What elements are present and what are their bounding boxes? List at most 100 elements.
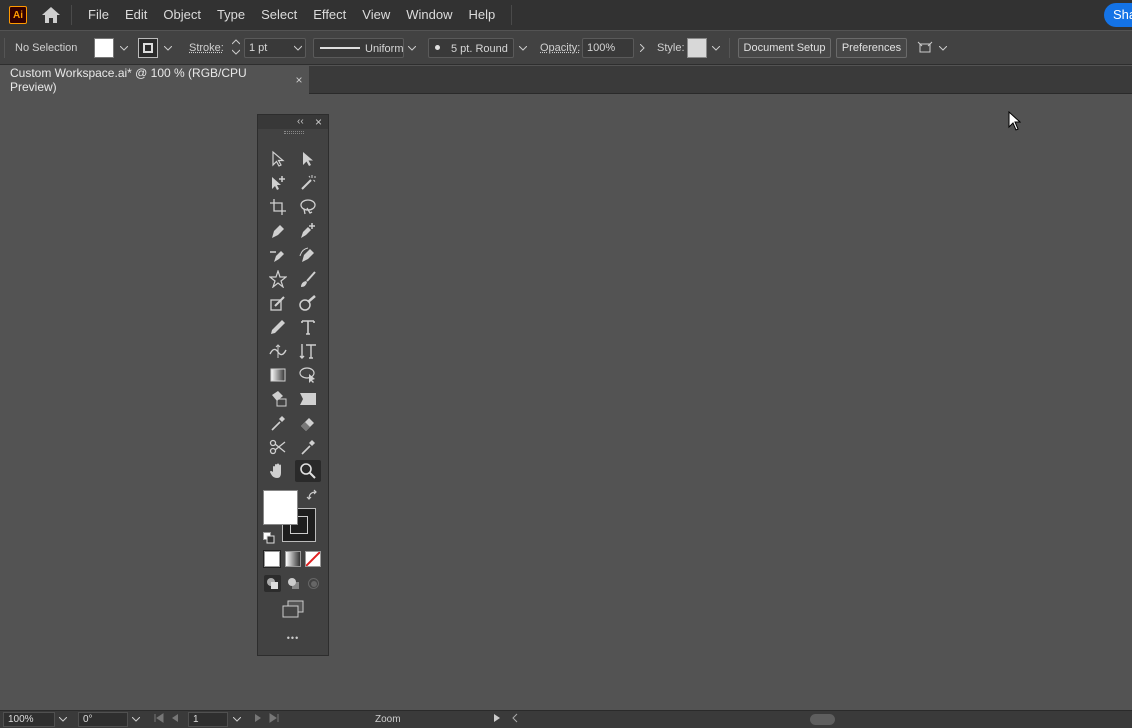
rotation-field[interactable]: 0° (78, 712, 128, 727)
menu-view[interactable]: View (354, 0, 398, 30)
eraser-tool-icon[interactable] (295, 412, 321, 434)
previous-artboard-icon[interactable] (171, 713, 179, 726)
anchor-add-tool-icon[interactable] (265, 172, 291, 194)
control-bar-menu-chevron-icon[interactable] (935, 39, 951, 57)
scissors-tool-icon[interactable] (265, 436, 291, 458)
illustrator-window: Ai File Edit Object Type Select Effect V… (0, 0, 1132, 728)
add-anchor-point-tool-icon[interactable] (295, 220, 321, 242)
vertical-type-tool-icon[interactable] (295, 340, 321, 362)
eyedropper-measure-tool-icon[interactable] (295, 436, 321, 458)
tools-panel-header[interactable]: ‹‹ × (258, 115, 328, 129)
draw-normal-icon[interactable] (264, 575, 281, 592)
type-tool-icon[interactable] (295, 316, 321, 338)
fill-swatch[interactable] (94, 38, 114, 58)
blob-brush-tool-icon[interactable] (295, 292, 321, 314)
stroke-swatch-dropdown-icon[interactable] (160, 39, 176, 57)
shaper-tool-icon[interactable] (265, 292, 291, 314)
hand-tool-icon[interactable] (265, 460, 291, 482)
stroke-stepper-icon[interactable] (228, 38, 244, 56)
style-chevron-icon[interactable] (708, 39, 724, 57)
stroke-weight-field[interactable]: 1 pt (244, 38, 306, 58)
brush-value: 5 pt. Round (451, 40, 508, 58)
close-icon[interactable]: × (289, 73, 309, 87)
tools-panel: ‹‹ × ••• (257, 114, 329, 656)
stroke-profile-dropdown[interactable]: Uniform (313, 38, 404, 58)
panel-grip-icon[interactable] (284, 131, 304, 134)
delete-anchor-point-tool-icon[interactable] (265, 244, 291, 266)
menu-file[interactable]: File (80, 0, 117, 30)
control-bar-separator (729, 38, 730, 58)
horizontal-scrollbar-thumb[interactable] (810, 714, 835, 725)
direct-selection-tool-icon[interactable] (295, 148, 321, 170)
pen-tool-icon[interactable] (265, 220, 291, 242)
menu-effect[interactable]: Effect (305, 0, 354, 30)
last-artboard-icon[interactable] (269, 713, 279, 726)
pencil-tool-icon[interactable] (265, 316, 291, 338)
stroke-swatch[interactable] (138, 38, 158, 58)
zoom-tool-icon[interactable] (295, 460, 321, 482)
paintbrush-tool-icon[interactable] (295, 268, 321, 290)
color-mode-icon[interactable] (264, 551, 280, 567)
menu-type[interactable]: Type (209, 0, 253, 30)
document-tab-title: Custom Workspace.ai* @ 100 % (RGB/CPU Pr… (0, 66, 289, 94)
draw-inside-icon[interactable] (305, 575, 322, 592)
selection-status: No Selection (15, 42, 77, 54)
collapse-panel-icon[interactable]: ‹‹ (297, 115, 304, 129)
graphic-style-swatch[interactable] (687, 38, 707, 58)
menu-edit[interactable]: Edit (117, 0, 155, 30)
rotation-chevron-icon[interactable] (128, 712, 144, 727)
share-button[interactable]: Sha (1104, 3, 1132, 27)
document-setup-button[interactable]: Document Setup (738, 38, 831, 58)
artboard-chevron-icon[interactable] (229, 712, 245, 727)
fill-dropdown-icon[interactable] (116, 39, 132, 57)
document-tab[interactable]: Custom Workspace.ai* @ 100 % (RGB/CPU Pr… (0, 66, 309, 94)
curvature-tool-icon[interactable] (295, 244, 321, 266)
close-panel-icon[interactable]: × (315, 115, 322, 129)
screen-mode-icon[interactable] (281, 600, 305, 623)
edit-toolbar-icon[interactable]: ••• (258, 633, 328, 643)
zoom-chevron-icon[interactable] (55, 712, 71, 727)
opacity-label[interactable]: Opacity: (540, 42, 580, 54)
gradient-tool-icon[interactable] (265, 364, 291, 386)
menu-help[interactable]: Help (460, 0, 503, 30)
swap-fill-stroke-icon[interactable] (306, 489, 320, 508)
eyedropper-tool-icon[interactable] (265, 412, 291, 434)
status-menu-arrow-icon[interactable] (493, 713, 501, 726)
live-paint-bucket-tool-icon[interactable] (265, 388, 291, 410)
selection-tool-icon[interactable] (265, 148, 291, 170)
magic-wand-tool-icon[interactable] (295, 172, 321, 194)
opacity-chevron-right-icon[interactable] (634, 39, 650, 57)
menu-select[interactable]: Select (253, 0, 305, 30)
perspective-grid-tool-icon[interactable] (295, 388, 321, 410)
live-paint-selection-tool-icon[interactable] (295, 364, 321, 386)
transform-icon[interactable] (916, 39, 934, 57)
opacity-field[interactable]: 100% (582, 38, 634, 58)
menu-window[interactable]: Window (398, 0, 460, 30)
first-artboard-icon[interactable] (154, 713, 164, 726)
draw-behind-icon[interactable] (285, 575, 302, 592)
artboard-number-field[interactable]: 1 (188, 712, 228, 727)
stroke-label[interactable]: Stroke: (189, 42, 224, 54)
gradient-mode-icon[interactable] (285, 551, 301, 567)
star-tool-icon[interactable] (265, 268, 291, 290)
fill-color-swatch[interactable] (263, 490, 298, 525)
app-logo: Ai (9, 6, 27, 24)
menu-object[interactable]: Object (155, 0, 209, 30)
next-artboard-icon[interactable] (254, 713, 262, 726)
zoom-level-field[interactable]: 100% (3, 712, 55, 727)
brush-dropdown[interactable]: 5 pt. Round (428, 38, 514, 58)
canvas-area[interactable] (0, 95, 1132, 710)
style-label: Style: (657, 42, 685, 54)
scroll-left-icon[interactable] (511, 713, 519, 726)
none-mode-icon[interactable] (305, 551, 321, 567)
lasso-tool-icon[interactable] (295, 196, 321, 218)
control-bar: No Selection Stroke: 1 pt Uniform 5 pt. … (0, 31, 1132, 65)
home-icon[interactable] (39, 3, 63, 27)
stroke-profile-chevron-icon[interactable] (404, 39, 420, 57)
current-tool-label: Zoom (375, 714, 401, 725)
artboard-tool-icon[interactable] (265, 196, 291, 218)
preferences-button[interactable]: Preferences (836, 38, 907, 58)
width-tool-icon[interactable] (265, 340, 291, 362)
brush-chevron-icon[interactable] (515, 39, 531, 57)
default-fill-stroke-icon[interactable] (263, 531, 275, 549)
